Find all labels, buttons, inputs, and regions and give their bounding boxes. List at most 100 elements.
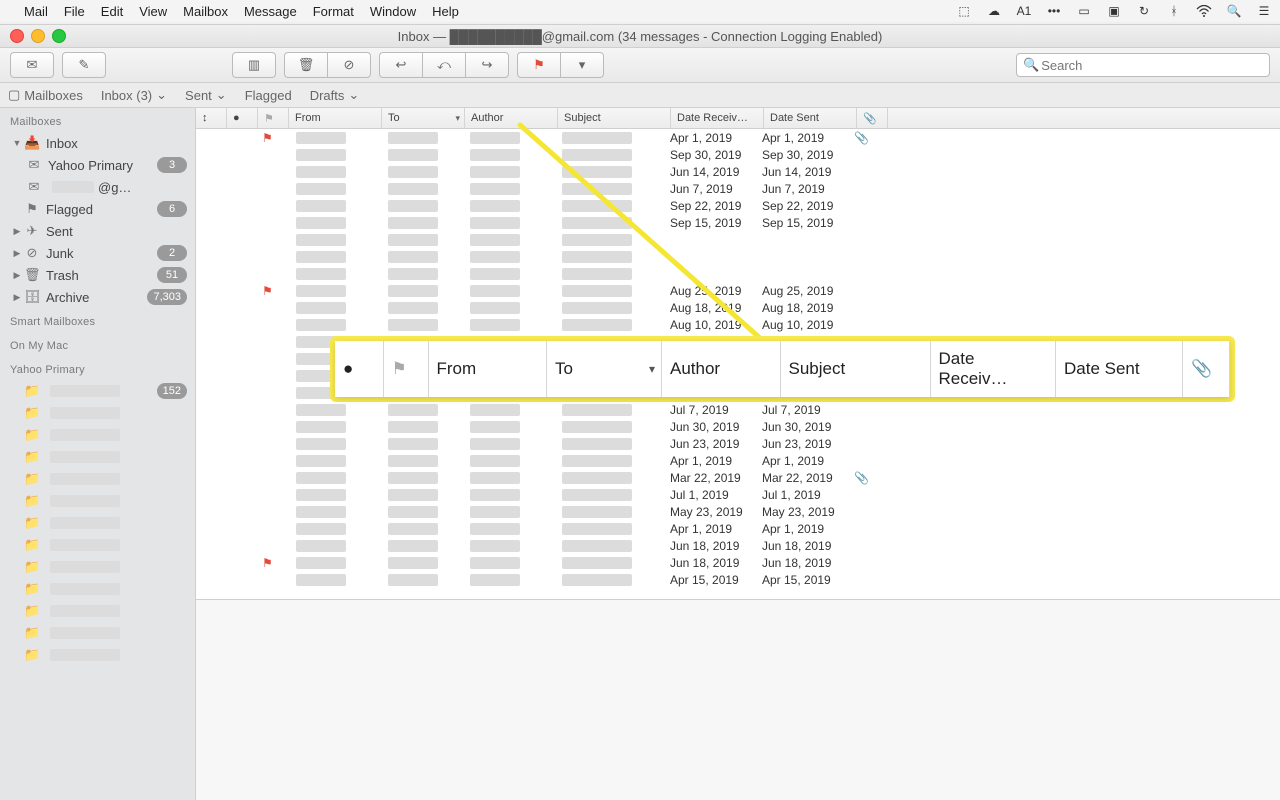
- col-from[interactable]: From: [289, 108, 382, 128]
- col-thread[interactable]: ↕: [196, 108, 227, 128]
- zoom-window[interactable]: [52, 29, 66, 43]
- fav-flagged[interactable]: Flagged: [245, 88, 292, 103]
- cloud-icon[interactable]: ☁: [986, 3, 1002, 19]
- minimize-window[interactable]: [31, 29, 45, 43]
- forward-button[interactable]: ↪: [465, 52, 509, 78]
- sidebar-flagged[interactable]: ⚑Flagged6: [0, 198, 195, 220]
- col-subject[interactable]: Subject: [558, 108, 671, 128]
- adobe-icon[interactable]: A 1: [1016, 3, 1032, 19]
- delete-button[interactable]: 🗑: [284, 52, 327, 78]
- appname[interactable]: Mail: [24, 4, 48, 19]
- menu-message[interactable]: Message: [244, 4, 297, 19]
- reply-button[interactable]: ↩: [379, 52, 422, 78]
- message-row[interactable]: ⚑Jun 18, 2019Jun 18, 2019: [196, 554, 1280, 571]
- wifi-icon[interactable]: [1196, 3, 1212, 19]
- menu-file[interactable]: File: [64, 4, 85, 19]
- col-to[interactable]: To: [382, 108, 465, 128]
- dropbox-icon[interactable]: ⬚: [956, 3, 972, 19]
- callout-col-read[interactable]: ●: [335, 341, 384, 397]
- search-field[interactable]: 🔍: [1016, 53, 1270, 77]
- message-row[interactable]: Sep 15, 2019Sep 15, 2019: [196, 214, 1280, 231]
- close-window[interactable]: [10, 29, 24, 43]
- fav-drafts[interactable]: Drafts⌄: [310, 87, 360, 103]
- get-mail-button[interactable]: ✉: [10, 52, 54, 78]
- sidebar-junk[interactable]: ▶⊘Junk2: [0, 242, 195, 264]
- message-row[interactable]: [196, 265, 1280, 282]
- sidebar-folder[interactable]: 📁: [0, 468, 195, 490]
- sidebar-folder[interactable]: 📁: [0, 446, 195, 468]
- sidebar-folder[interactable]: 📁: [0, 424, 195, 446]
- sidebar-sent[interactable]: ▶✈Sent: [0, 220, 195, 242]
- callout-col-author[interactable]: Author: [662, 341, 781, 397]
- timemachine-icon[interactable]: ↻: [1136, 3, 1152, 19]
- sidebar-folder[interactable]: 📁152: [0, 380, 195, 402]
- flag-button[interactable]: ⚑: [517, 52, 560, 78]
- message-row[interactable]: Jun 23, 2019Jun 23, 2019: [196, 435, 1280, 452]
- message-row[interactable]: [196, 248, 1280, 265]
- menu-help[interactable]: Help: [432, 4, 459, 19]
- message-row[interactable]: Apr 1, 2019Apr 1, 2019: [196, 520, 1280, 537]
- message-row[interactable]: ⚑Apr 1, 2019Apr 1, 2019📎: [196, 129, 1280, 146]
- fav-mailboxes[interactable]: ▢Mailboxes: [8, 87, 83, 103]
- callout-col-attachment[interactable]: 📎: [1183, 341, 1230, 397]
- fav-inbox[interactable]: Inbox (3)⌄: [101, 87, 167, 103]
- sidebar-yahoo-primary[interactable]: ✉Yahoo Primary3: [0, 154, 195, 176]
- message-row[interactable]: Jul 1, 2019Jul 1, 2019: [196, 486, 1280, 503]
- col-date-received[interactable]: Date Receiv…: [671, 108, 764, 128]
- fav-sent[interactable]: Sent⌄: [185, 87, 227, 103]
- junk-button[interactable]: ⊘: [327, 52, 371, 78]
- col-attachment[interactable]: 📎: [857, 108, 888, 128]
- message-row[interactable]: Jun 7, 2019Jun 7, 2019: [196, 180, 1280, 197]
- search-input[interactable]: [1039, 57, 1263, 74]
- message-row[interactable]: Aug 10, 2019Aug 10, 2019: [196, 316, 1280, 333]
- screen-icon[interactable]: ▭: [1076, 3, 1092, 19]
- sidebar-folder[interactable]: 📁: [0, 600, 195, 622]
- message-row[interactable]: [196, 231, 1280, 248]
- menu-view[interactable]: View: [139, 4, 167, 19]
- sidebar-archive[interactable]: ▶🗄Archive7,303: [0, 286, 195, 308]
- message-row[interactable]: Jun 18, 2019Jun 18, 2019: [196, 537, 1280, 554]
- menu-edit[interactable]: Edit: [101, 4, 123, 19]
- col-date-sent[interactable]: Date Sent: [764, 108, 857, 128]
- sidebar-folder[interactable]: 📁: [0, 556, 195, 578]
- message-row[interactable]: Jun 14, 2019Jun 14, 2019: [196, 163, 1280, 180]
- callout-col-date-sent[interactable]: Date Sent: [1056, 341, 1183, 397]
- callout-col-date-received[interactable]: Date Receiv…: [931, 341, 1057, 397]
- callout-col-flag[interactable]: ⚑: [384, 341, 429, 397]
- sidebar-inbox[interactable]: ▼📥Inbox: [0, 132, 195, 154]
- flag-dropdown-button[interactable]: ▾: [560, 52, 604, 78]
- message-row[interactable]: Sep 22, 2019Sep 22, 2019: [196, 197, 1280, 214]
- compose-button[interactable]: ✎: [62, 52, 106, 78]
- reply-all-button[interactable]: ⤺: [422, 52, 465, 78]
- message-row[interactable]: May 23, 2019May 23, 2019: [196, 503, 1280, 520]
- more-icon[interactable]: •••: [1046, 3, 1062, 19]
- callout-col-to[interactable]: To: [547, 341, 662, 397]
- message-row[interactable]: ⚑Aug 25, 2019Aug 25, 2019: [196, 282, 1280, 299]
- airplay-icon[interactable]: ▣: [1106, 3, 1122, 19]
- menu-window[interactable]: Window: [370, 4, 416, 19]
- col-read[interactable]: ●: [227, 108, 258, 128]
- spotlight-icon[interactable]: 🔍: [1226, 3, 1242, 19]
- message-row[interactable]: Aug 18, 2019Aug 18, 2019: [196, 299, 1280, 316]
- bluetooth-icon[interactable]: ᚼ: [1166, 3, 1182, 19]
- menu-mailbox[interactable]: Mailbox: [183, 4, 228, 19]
- archive-button[interactable]: ▥: [232, 52, 276, 78]
- message-row[interactable]: Jul 7, 2019Jul 7, 2019: [196, 401, 1280, 418]
- menu-format[interactable]: Format: [313, 4, 354, 19]
- callout-col-from[interactable]: From: [429, 341, 548, 397]
- titlebar[interactable]: Inbox — ██████████@gmail.com (34 message…: [0, 25, 1280, 48]
- sidebar-folder[interactable]: 📁: [0, 512, 195, 534]
- col-author[interactable]: Author: [465, 108, 558, 128]
- message-row[interactable]: Sep 30, 2019Sep 30, 2019: [196, 146, 1280, 163]
- sidebar-folder[interactable]: 📁: [0, 402, 195, 424]
- callout-col-subject[interactable]: Subject: [781, 341, 931, 397]
- sidebar-trash[interactable]: ▶🗑Trash51: [0, 264, 195, 286]
- sidebar-folder[interactable]: 📁: [0, 578, 195, 600]
- message-row[interactable]: Apr 1, 2019Apr 1, 2019: [196, 452, 1280, 469]
- sidebar-folder[interactable]: 📁: [0, 622, 195, 644]
- col-flag[interactable]: ⚑: [258, 108, 289, 128]
- sidebar-gmail[interactable]: ✉@g…: [0, 176, 195, 198]
- sidebar-folder[interactable]: 📁: [0, 644, 195, 666]
- sidebar-folder[interactable]: 📁: [0, 534, 195, 556]
- menu-icon[interactable]: ☰: [1256, 3, 1272, 19]
